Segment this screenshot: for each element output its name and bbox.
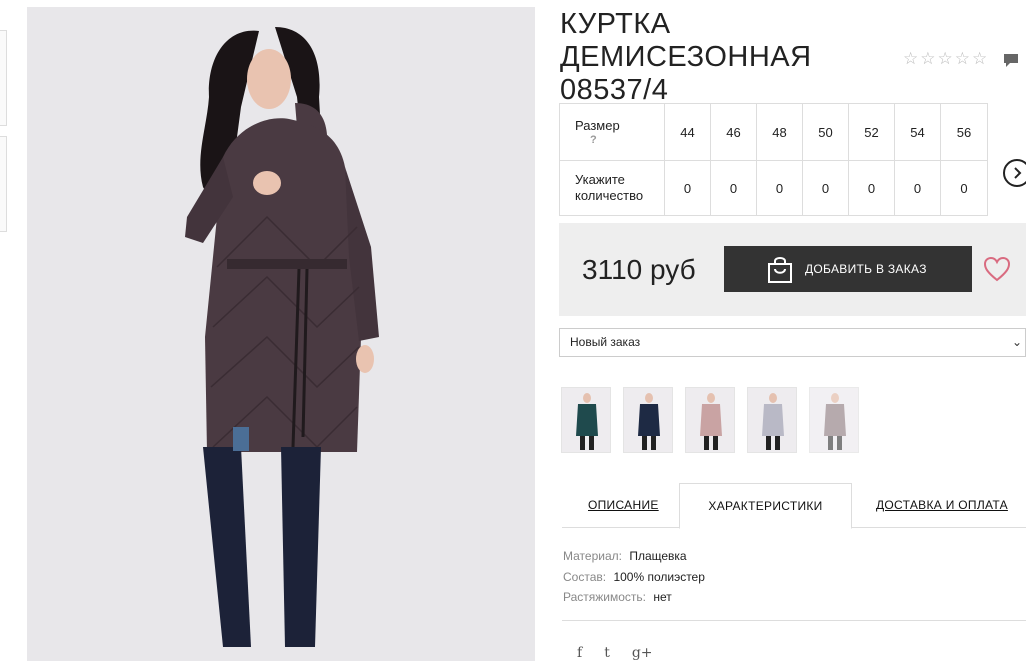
size-cell: 46 xyxy=(710,103,757,161)
coat-photo-illustration xyxy=(27,7,535,661)
spec-value: 100% полиэстер xyxy=(613,569,705,584)
price: 3110 руб xyxy=(582,254,696,285)
add-to-order-button[interactable]: ДОБАВИТЬ В ЗАКАЗ xyxy=(724,246,972,292)
color-variant-thumbnail[interactable] xyxy=(685,387,735,453)
size-quantity-table: Размер ? 44 46 48 50 52 54 56 Укажите ко… xyxy=(559,103,988,216)
comment-icon[interactable] xyxy=(1003,52,1019,68)
spec-row: Состав: 100% полиэстер xyxy=(563,567,705,588)
size-help-icon[interactable]: ? xyxy=(575,134,664,146)
thumbnail-strip xyxy=(0,30,7,242)
color-variant-thumbnail[interactable] xyxy=(561,387,611,453)
color-variant-thumbnail[interactable] xyxy=(809,387,859,453)
gallery-thumbnail[interactable] xyxy=(0,30,7,126)
twitter-icon[interactable]: t xyxy=(604,645,610,661)
size-cell: 52 xyxy=(848,103,895,161)
chevron-down-icon: ⌄ xyxy=(1011,335,1022,349)
chevron-right-icon xyxy=(1014,167,1022,179)
quantity-input[interactable]: 0 xyxy=(848,160,895,216)
spec-key: Растяжимость: xyxy=(563,590,647,604)
divider xyxy=(562,620,1026,621)
color-variant-thumbnail[interactable] xyxy=(747,387,797,453)
main-product-photo xyxy=(27,7,535,661)
star-icon[interactable]: ☆ xyxy=(920,50,935,67)
color-variant-thumbnail[interactable] xyxy=(623,387,673,453)
characteristics-list: Материал: Плащевка Состав: 100% полиэсте… xyxy=(563,546,705,608)
star-icon[interactable]: ☆ xyxy=(955,50,970,67)
size-cell: 44 xyxy=(664,103,711,161)
size-cell: 56 xyxy=(940,103,988,161)
share-links: f t g+ xyxy=(577,645,653,661)
quantity-input[interactable]: 0 xyxy=(940,160,988,216)
size-cell: 48 xyxy=(756,103,803,161)
tab-characteristics[interactable]: ХАРАКТЕРИСТИКИ xyxy=(679,483,852,529)
tab-delivery-payment[interactable]: ДОСТАВКА И ОПЛАТА xyxy=(876,483,1008,528)
heart-icon[interactable] xyxy=(983,256,1011,282)
order-select-value: Новый заказ xyxy=(570,335,641,349)
rating-stars[interactable]: ☆ ☆ ☆ ☆ ☆ xyxy=(903,50,987,67)
spec-key: Состав: xyxy=(563,569,607,584)
spec-value: нет xyxy=(653,590,672,604)
facebook-icon[interactable]: f xyxy=(577,645,582,661)
star-icon[interactable]: ☆ xyxy=(903,50,918,67)
size-cell: 50 xyxy=(802,103,849,161)
quantity-input[interactable]: 0 xyxy=(756,160,803,216)
spec-value: Плащевка xyxy=(629,549,687,563)
star-icon[interactable]: ☆ xyxy=(938,50,953,67)
tab-description[interactable]: ОПИСАНИЕ xyxy=(588,483,659,528)
order-select[interactable]: Новый заказ ⌄ xyxy=(559,328,1026,357)
quantity-input[interactable]: 0 xyxy=(894,160,941,216)
product-tabs: ОПИСАНИЕ ХАРАКТЕРИСТИКИ ДОСТАВКА И ОПЛАТ… xyxy=(562,483,1026,529)
shopping-bag-icon xyxy=(768,257,792,283)
google-plus-icon[interactable]: g+ xyxy=(632,645,653,661)
quantity-input[interactable]: 0 xyxy=(710,160,757,216)
next-sizes-button[interactable] xyxy=(1003,159,1026,187)
size-label-cell: Размер ? xyxy=(559,103,665,161)
product-title: КУРТКА ДЕМИСЕЗОННАЯ 08537/4 xyxy=(560,8,812,106)
gallery-thumbnail[interactable] xyxy=(0,136,7,232)
size-cell: 54 xyxy=(894,103,941,161)
quantity-input[interactable]: 0 xyxy=(664,160,711,216)
add-to-order-label: ДОБАВИТЬ В ЗАКАЗ xyxy=(805,262,927,276)
spec-row: Растяжимость: нет xyxy=(563,587,705,608)
size-label: Размер xyxy=(575,118,620,133)
spec-row: Материал: Плащевка xyxy=(563,546,705,567)
color-variant-list xyxy=(561,387,859,453)
quantity-input[interactable]: 0 xyxy=(802,160,849,216)
spec-key: Материал: xyxy=(563,549,622,563)
quantity-label: Укажите количество xyxy=(559,160,665,216)
star-icon[interactable]: ☆ xyxy=(972,50,987,67)
